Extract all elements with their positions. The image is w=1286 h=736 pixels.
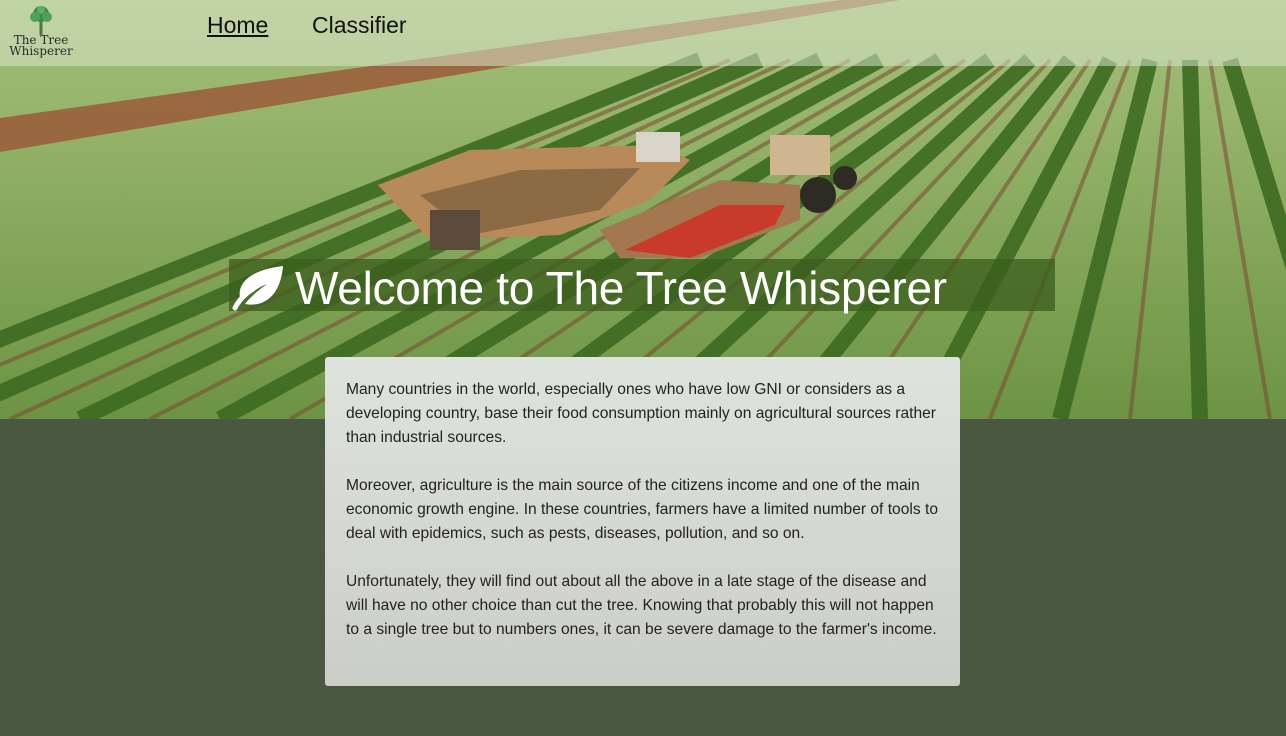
site-logo[interactable]: The Tree Whisperer [8, 5, 74, 63]
card-paragraph-2: Moreover, agriculture is the main source… [346, 477, 938, 542]
info-card: Many countries in the world, especially … [325, 357, 960, 686]
nav-link-classifier[interactable]: Classifier [312, 12, 407, 39]
welcome-banner: Welcome to The Tree Whisperer [229, 259, 1055, 314]
card-paragraph-1: Many countries in the world, especially … [346, 381, 936, 446]
nav-link-home[interactable]: Home [207, 12, 268, 39]
tree-icon [30, 6, 52, 35]
card-paragraph-3: Unfortunately, they will find out about … [346, 573, 937, 638]
page-title: Welcome to The Tree Whisperer [295, 262, 947, 314]
leaf-icon [232, 266, 283, 311]
navbar: The Tree Whisperer Home Classifier [0, 0, 1286, 66]
logo-text-line2: Whisperer [9, 44, 73, 58]
